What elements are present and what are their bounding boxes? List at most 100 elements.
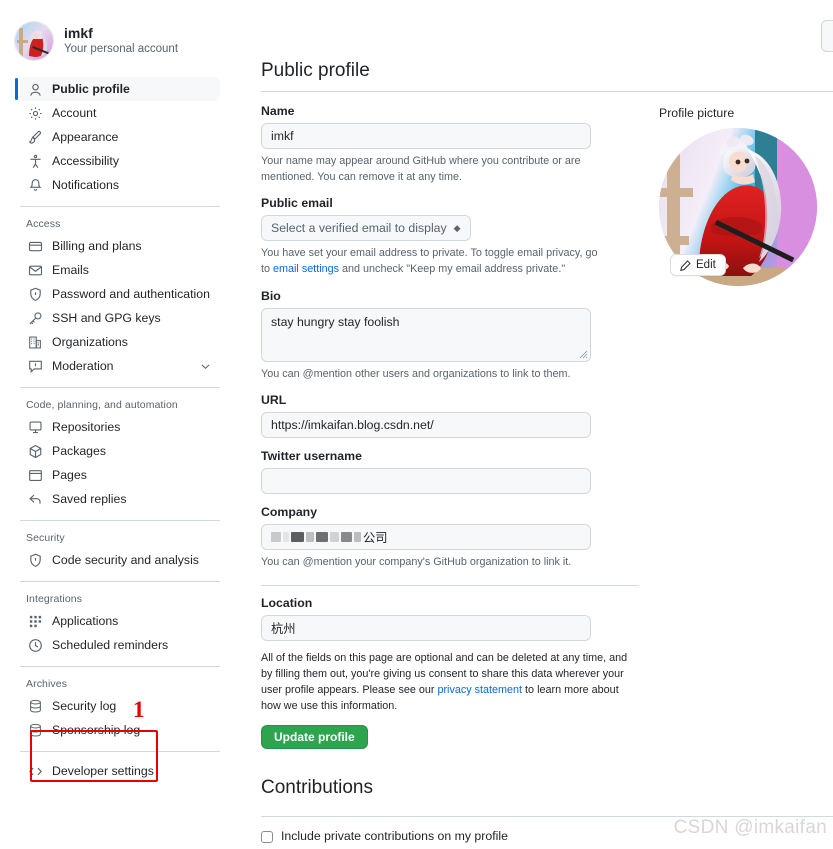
- log-icon: [28, 699, 43, 714]
- nav-divider: [20, 666, 220, 667]
- nav-divider: [20, 387, 220, 388]
- profile-form: Name imkf Your name may appear around Gi…: [261, 92, 639, 749]
- sidebar-item-repositories[interactable]: Repositories: [20, 415, 220, 439]
- sidebar-item-pages[interactable]: Pages: [20, 463, 220, 487]
- email-settings-link[interactable]: email settings: [273, 263, 339, 275]
- sidebar-item-label: Pages: [52, 468, 87, 482]
- sidebar-item-notifications[interactable]: Notifications: [20, 173, 220, 197]
- repo-icon: [28, 420, 43, 435]
- name-label: Name: [261, 104, 295, 118]
- account-name: imkf: [64, 25, 93, 42]
- nav-divider: [20, 520, 220, 521]
- url-input-value: https://imkaifan.blog.csdn.net/: [271, 418, 434, 433]
- url-input[interactable]: https://imkaifan.blog.csdn.net/: [261, 412, 591, 439]
- sidebar-item-label: Appearance: [52, 130, 119, 144]
- sidebar-item-security-log[interactable]: Security log: [20, 694, 220, 718]
- sidebar-item-emails[interactable]: Emails: [20, 258, 220, 282]
- sidebar-item-label: Billing and plans: [52, 239, 142, 253]
- company-visible-suffix: 公司: [363, 531, 388, 546]
- sidebar-item-sponsorship-log[interactable]: Sponsorship log: [20, 718, 220, 742]
- sidebar-item-label: Moderation: [52, 359, 114, 373]
- organization-icon: [28, 335, 43, 350]
- sidebar-item-billing-and-plans[interactable]: Billing and plans: [20, 234, 220, 258]
- sidebar-item-label: Scheduled reminders: [52, 638, 169, 652]
- company-hint: You can @mention your company's GitHub o…: [261, 556, 572, 569]
- sidebar-item-label: Account: [52, 106, 97, 120]
- sidebar-item-password-and-authentication[interactable]: Password and authentication: [20, 282, 220, 306]
- contributions-hint: Get credit for all your work by showing …: [281, 846, 826, 849]
- apps-icon: [28, 614, 43, 629]
- sidebar-item-label: Saved replies: [52, 492, 127, 506]
- twitter-label: Twitter username: [261, 449, 362, 464]
- nav-section-title: Security: [26, 532, 65, 544]
- bio-textarea[interactable]: stay hungry stay foolish: [261, 307, 591, 362]
- sidebar-item-public-profile[interactable]: Public profile: [15, 77, 220, 101]
- person-icon: [28, 82, 43, 97]
- sidebar-item-account[interactable]: Account: [20, 101, 220, 125]
- location-input-value: 杭州: [271, 621, 296, 636]
- privacy-statement-link[interactable]: privacy statement: [437, 684, 522, 696]
- sidebar-item-label: Notifications: [52, 178, 119, 192]
- name-hint: Your name may appear around GitHub where…: [261, 155, 581, 183]
- code-icon: [28, 764, 43, 779]
- sidebar-item-code-security-and-analysis[interactable]: Code security and analysis: [20, 548, 220, 572]
- redaction-block: [291, 532, 304, 543]
- redaction-block: [283, 532, 289, 543]
- sidebar-item-packages[interactable]: Packages: [20, 439, 220, 463]
- public-email-label: Public email: [261, 196, 333, 211]
- sidebar-item-label: Applications: [52, 614, 119, 628]
- include-private-contributions-checkbox[interactable]: [261, 830, 273, 843]
- accessibility-icon: [28, 154, 43, 169]
- sidebar-item-label: SSH and GPG keys: [52, 311, 161, 325]
- chevron-updown-icon: ◆: [453, 222, 461, 233]
- nav-divider: [20, 206, 220, 207]
- edit-profile-picture-button[interactable]: Edit: [670, 254, 726, 276]
- nav-section-title: Archives: [26, 678, 68, 690]
- main-content: Public profile Name imkf Your name may a…: [261, 0, 833, 849]
- redaction-block: [316, 532, 328, 543]
- sidebar-item-saved-replies[interactable]: Saved replies: [20, 487, 220, 511]
- avatar: [14, 21, 54, 61]
- sidebar-item-accessibility[interactable]: Accessibility: [20, 149, 220, 173]
- redaction-block: [341, 532, 352, 543]
- nav-section-title: Code, planning, and automation: [26, 399, 178, 411]
- company-input[interactable]: 公司: [261, 524, 591, 551]
- sidebar-item-appearance[interactable]: Appearance: [20, 125, 220, 149]
- page-title: Public profile: [261, 60, 370, 81]
- sidebar-item-label: Password and authentication: [52, 287, 210, 301]
- bio-hint: You can @mention other users and organiz…: [261, 367, 571, 380]
- sidebar-item-ssh-and-gpg-keys[interactable]: SSH and GPG keys: [20, 306, 220, 330]
- twitter-input[interactable]: [261, 468, 591, 495]
- log-icon: [28, 723, 43, 738]
- settings-nav: Public profile Account Appearance Accessibi…: [0, 77, 240, 783]
- sidebar-item-developer-settings[interactable]: Developer settings: [20, 759, 220, 783]
- update-profile-button[interactable]: Update profile: [261, 724, 368, 749]
- account-header: imkf Your personal account: [0, 12, 240, 64]
- nav-divider: [20, 581, 220, 582]
- name-input[interactable]: imkf: [261, 123, 591, 149]
- shield-check-icon: [28, 553, 43, 568]
- nav-divider: [20, 751, 220, 752]
- chevron-down-icon[interactable]: [199, 360, 212, 373]
- sidebar-item-label: Accessibility: [52, 154, 119, 168]
- settings-sidebar: imkf Your personal account Public profil…: [0, 0, 240, 849]
- sidebar-item-label: Developer settings: [52, 764, 154, 778]
- reply-icon: [28, 492, 43, 507]
- settings-page: imkf Your personal account Public profil…: [0, 0, 833, 849]
- redaction-block: [354, 532, 361, 543]
- edit-button-label: Edit: [696, 259, 716, 271]
- public-email-select[interactable]: Select a verified email to display ◆: [261, 215, 471, 242]
- company-label: Company: [261, 505, 318, 520]
- sidebar-item-label: Sponsorship log: [52, 723, 141, 737]
- credit-card-icon: [28, 239, 43, 254]
- sidebar-item-organizations[interactable]: Organizations: [20, 330, 220, 354]
- sidebar-item-label: Public profile: [52, 82, 130, 96]
- contributions-title: Contributions: [261, 776, 373, 798]
- shield-lock-icon: [28, 287, 43, 302]
- sidebar-item-label: Packages: [52, 444, 107, 458]
- nav-section-title: Integrations: [26, 593, 83, 605]
- sidebar-item-applications[interactable]: Applications: [20, 609, 220, 633]
- sidebar-item-scheduled-reminders[interactable]: Scheduled reminders: [20, 633, 220, 657]
- sidebar-item-moderation[interactable]: Moderation: [20, 354, 220, 378]
- location-input[interactable]: 杭州: [261, 614, 591, 641]
